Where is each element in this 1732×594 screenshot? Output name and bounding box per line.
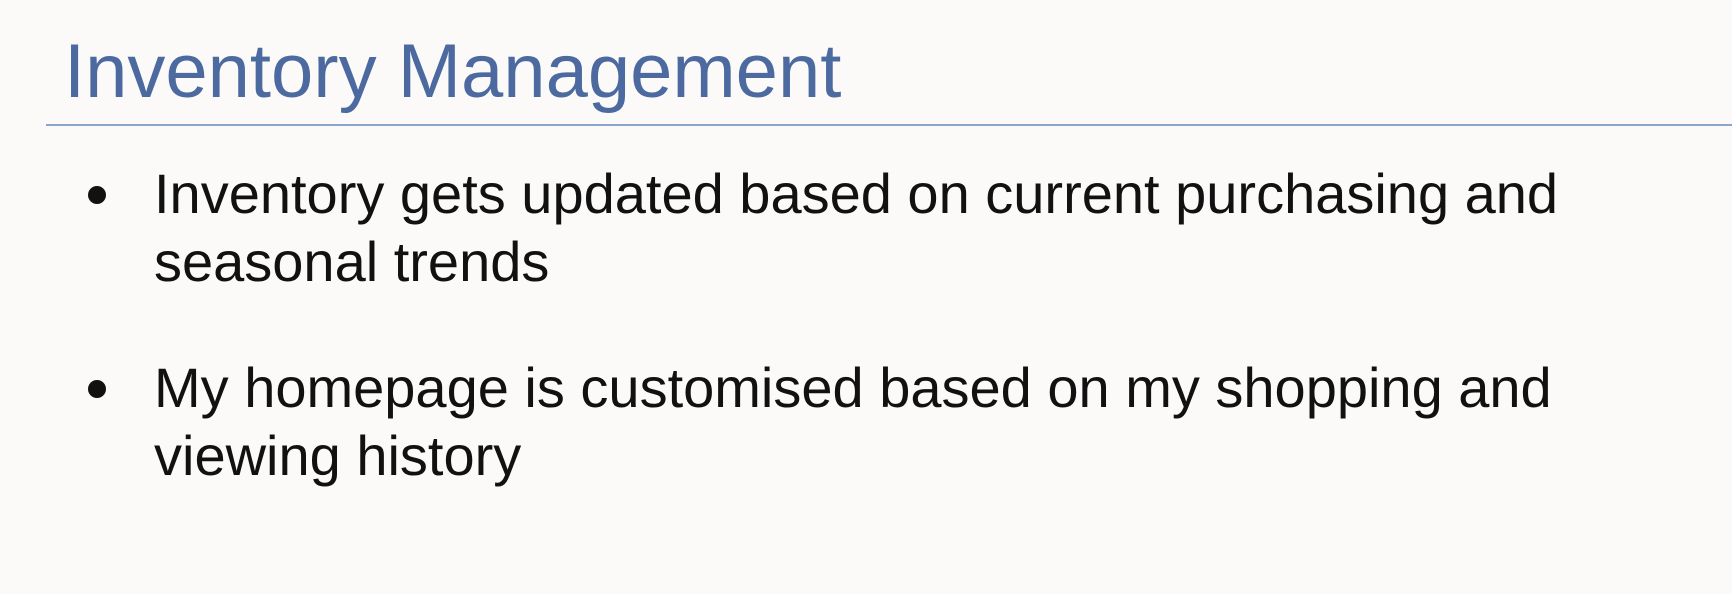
- title-divider: [46, 124, 1732, 126]
- bullet-list: Inventory gets updated based on current …: [0, 160, 1732, 490]
- bullet-item: My homepage is customised based on my sh…: [0, 354, 1694, 490]
- bullet-dot-icon: [88, 380, 106, 398]
- bullet-item: Inventory gets updated based on current …: [0, 160, 1694, 296]
- bullet-dot-icon: [88, 186, 106, 204]
- bullet-text: Inventory gets updated based on current …: [154, 162, 1559, 293]
- slide: Inventory Management Inventory gets upda…: [0, 0, 1732, 594]
- slide-title: Inventory Management: [64, 29, 842, 114]
- bullet-text: My homepage is customised based on my sh…: [154, 356, 1552, 487]
